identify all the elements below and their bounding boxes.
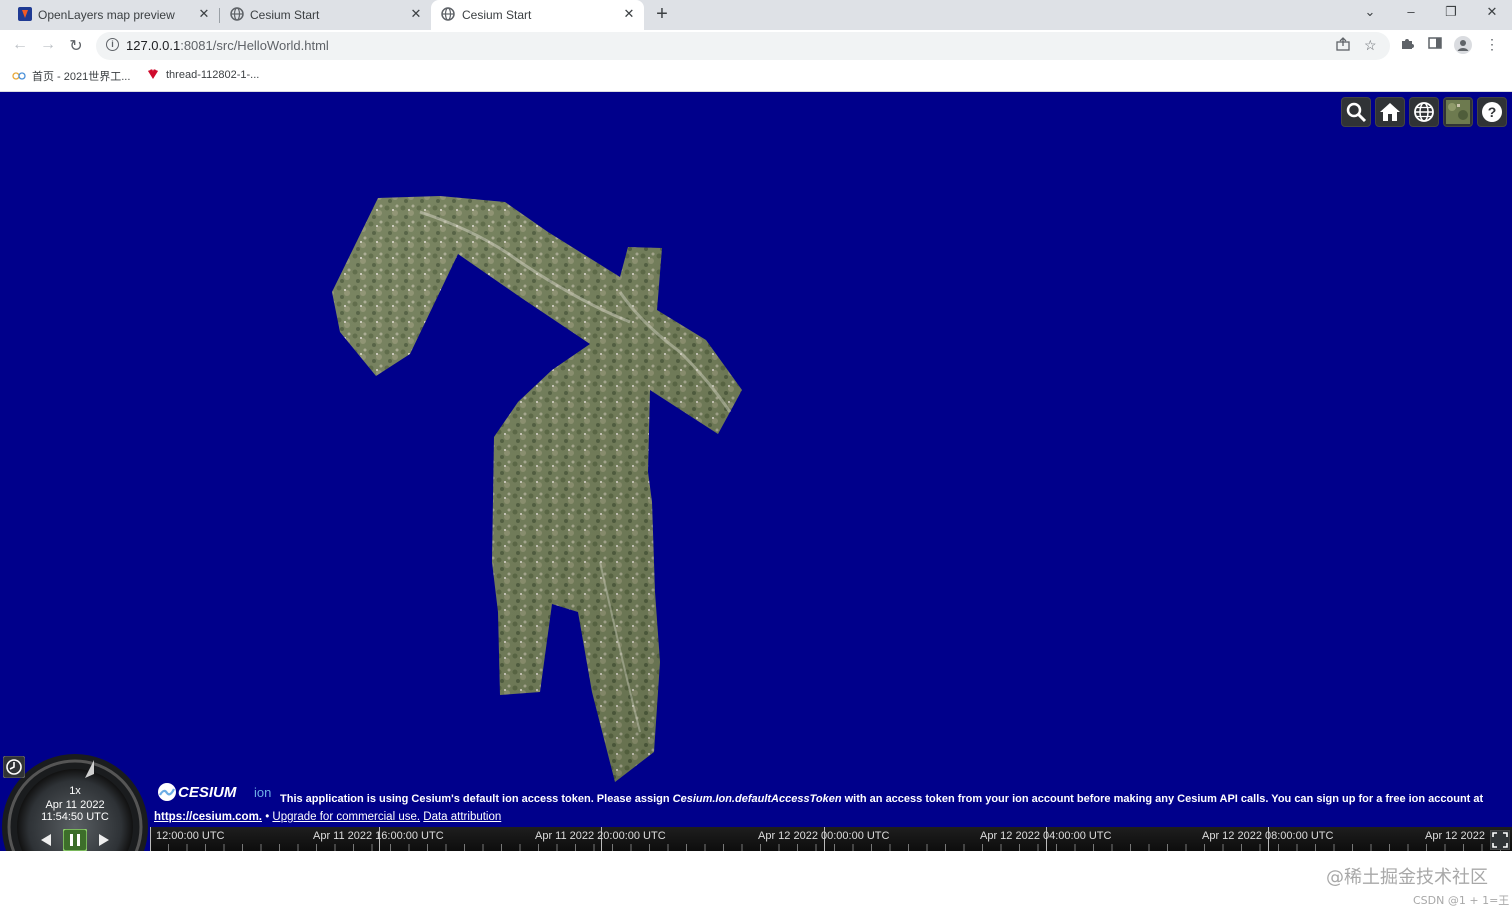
bookmark-label: 首页 - 2021世界工... (32, 71, 131, 83)
credit-links: https://cesium.com. • Upgrade for commer… (154, 811, 501, 823)
globe-icon (1414, 102, 1434, 122)
close-tab-icon[interactable]: ✕ (621, 6, 637, 22)
warning-text: This application is using Cesium's defau… (280, 793, 673, 805)
bookmark-star-icon[interactable]: ☆ (1364, 37, 1377, 54)
access-token-warning: This application is using Cesium's defau… (280, 793, 1483, 805)
bookmark-item[interactable]: 首页 - 2021世界工... (12, 68, 130, 84)
home-button[interactable] (1375, 97, 1405, 127)
tab-search-icon[interactable]: ⌄ (1360, 4, 1380, 20)
realtime-clock-icon[interactable] (3, 756, 25, 778)
share-icon[interactable] (1336, 37, 1350, 54)
cesium-ion-logo[interactable]: CESIUM ion (156, 780, 276, 804)
pause-icon[interactable] (63, 829, 87, 851)
bookmark-label: thread-112802-1-... (166, 69, 260, 81)
base-layer-picker-button[interactable] (1443, 97, 1473, 127)
globe-icon (441, 7, 455, 21)
play-forward-icon[interactable] (94, 830, 114, 850)
terrain-shape (332, 196, 742, 782)
tab-cesium-start-2[interactable]: Cesium Start ✕ (431, 0, 644, 30)
play-reverse-icon[interactable] (36, 830, 56, 850)
animation-widget[interactable]: 1x Apr 11 2022 11:54:50 UTC (0, 752, 150, 851)
tab-openlayers[interactable]: OpenLayers map preview ✕ (0, 0, 218, 30)
timeline-label: 12:00:00 UTC (156, 830, 225, 842)
tab-title: Cesium Start (462, 8, 532, 22)
menu-kebab-icon[interactable]: ⋮ (1483, 36, 1501, 53)
restore-button[interactable]: ❐ (1441, 4, 1461, 20)
imagery-tile-layer[interactable] (0, 92, 1512, 851)
back-button[interactable]: ← (10, 36, 30, 54)
minimize-button[interactable]: – (1401, 4, 1421, 19)
animation-time: 11:54:50 UTC (41, 811, 109, 823)
credit-separator: • (262, 811, 273, 823)
side-panel-icon[interactable] (1426, 36, 1444, 53)
geocoder-search-button[interactable] (1341, 97, 1371, 127)
site-info-icon[interactable]: i (106, 38, 119, 51)
juejin-watermark: @稀土掘金技术社区 (1326, 867, 1488, 888)
svg-text:?: ? (1488, 104, 1497, 120)
close-tab-icon[interactable]: ✕ (196, 6, 212, 22)
browser-toolbar: ← → ↻ i 127.0.0.1:8081/src/HelloWorld.ht… (0, 30, 1512, 62)
bookmark-item[interactable]: thread-112802-1-... (146, 68, 259, 81)
reload-button[interactable]: ↻ (66, 36, 86, 56)
tab-title: Cesium Start (250, 8, 320, 22)
timeline-label: Apr 12 2022 00:00:00 UTC (758, 830, 890, 842)
timeline-label: Apr 12 2022 08:00:00 UTC (1202, 830, 1334, 842)
csdn-watermark: CSDN @1 + 1=王 (1413, 894, 1510, 907)
extensions-icon[interactable] (1398, 36, 1416, 53)
url-text[interactable]: 127.0.0.1:8081/src/HelloWorld.html (126, 38, 329, 53)
timeline-major-tick (150, 827, 151, 851)
navigation-help-button[interactable]: ? (1477, 97, 1507, 127)
logo-text: CESIUM (178, 784, 237, 801)
timeline-label: Apr 12 2022 (1425, 830, 1485, 842)
bookmarks-bar: 首页 - 2021世界工... thread-112802-1-... (0, 62, 1512, 92)
forward-button[interactable]: → (38, 36, 58, 54)
timeline-label: Apr 11 2022 16:00:00 UTC (313, 830, 444, 842)
upgrade-link[interactable]: Upgrade for commercial use. (272, 811, 420, 823)
logo-suffix: ion (254, 785, 271, 800)
fullscreen-icon (1492, 832, 1508, 848)
openlayers-icon (18, 7, 32, 21)
warning-text-tail: with an access token from your ion accou… (841, 793, 1484, 805)
url-host: 127.0.0.1 (126, 38, 181, 53)
tab-strip: OpenLayers map preview ✕ Cesium Start ✕ … (0, 0, 1512, 30)
new-tab-button[interactable]: + (653, 3, 671, 26)
home-icon (1380, 103, 1400, 121)
animation-speed: 1x (69, 785, 81, 797)
globe-icon (230, 7, 244, 21)
search-icon (1346, 102, 1367, 123)
warning-code: Cesium.Ion.defaultAccessToken (672, 793, 842, 805)
cesium-link[interactable]: https://cesium.com. (154, 811, 262, 823)
data-attribution-link[interactable]: Data attribution (423, 811, 501, 823)
cesium-viewer[interactable]: ? 1x Apr 11 2022 11:54:50 UTC CESIUM ion… (0, 92, 1512, 851)
profile-avatar-icon[interactable] (1454, 36, 1472, 57)
close-window-button[interactable]: ✕ (1482, 4, 1502, 20)
imagery-icon (1446, 100, 1470, 124)
animation-date: Apr 11 2022 (45, 799, 105, 811)
url-path: :8081/src/HelloWorld.html (180, 38, 329, 53)
tab-title: OpenLayers map preview (38, 8, 175, 22)
huawei-icon (146, 68, 160, 80)
scene-mode-button[interactable] (1409, 97, 1439, 127)
timeline[interactable]: 12:00:00 UTC Apr 11 2022 16:00:00 UTC Ap… (150, 827, 1512, 851)
close-tab-icon[interactable]: ✕ (408, 6, 424, 22)
help-icon: ? (1482, 102, 1502, 122)
folder-icon (12, 70, 26, 82)
address-bar[interactable]: i 127.0.0.1:8081/src/HelloWorld.html ☆ (96, 32, 1390, 60)
timeline-label: Apr 12 2022 04:00:00 UTC (980, 830, 1112, 842)
fullscreen-button[interactable] (1490, 830, 1510, 850)
tab-cesium-start-1[interactable]: Cesium Start ✕ (220, 0, 430, 30)
timeline-label: Apr 11 2022 20:00:00 UTC (535, 830, 666, 842)
